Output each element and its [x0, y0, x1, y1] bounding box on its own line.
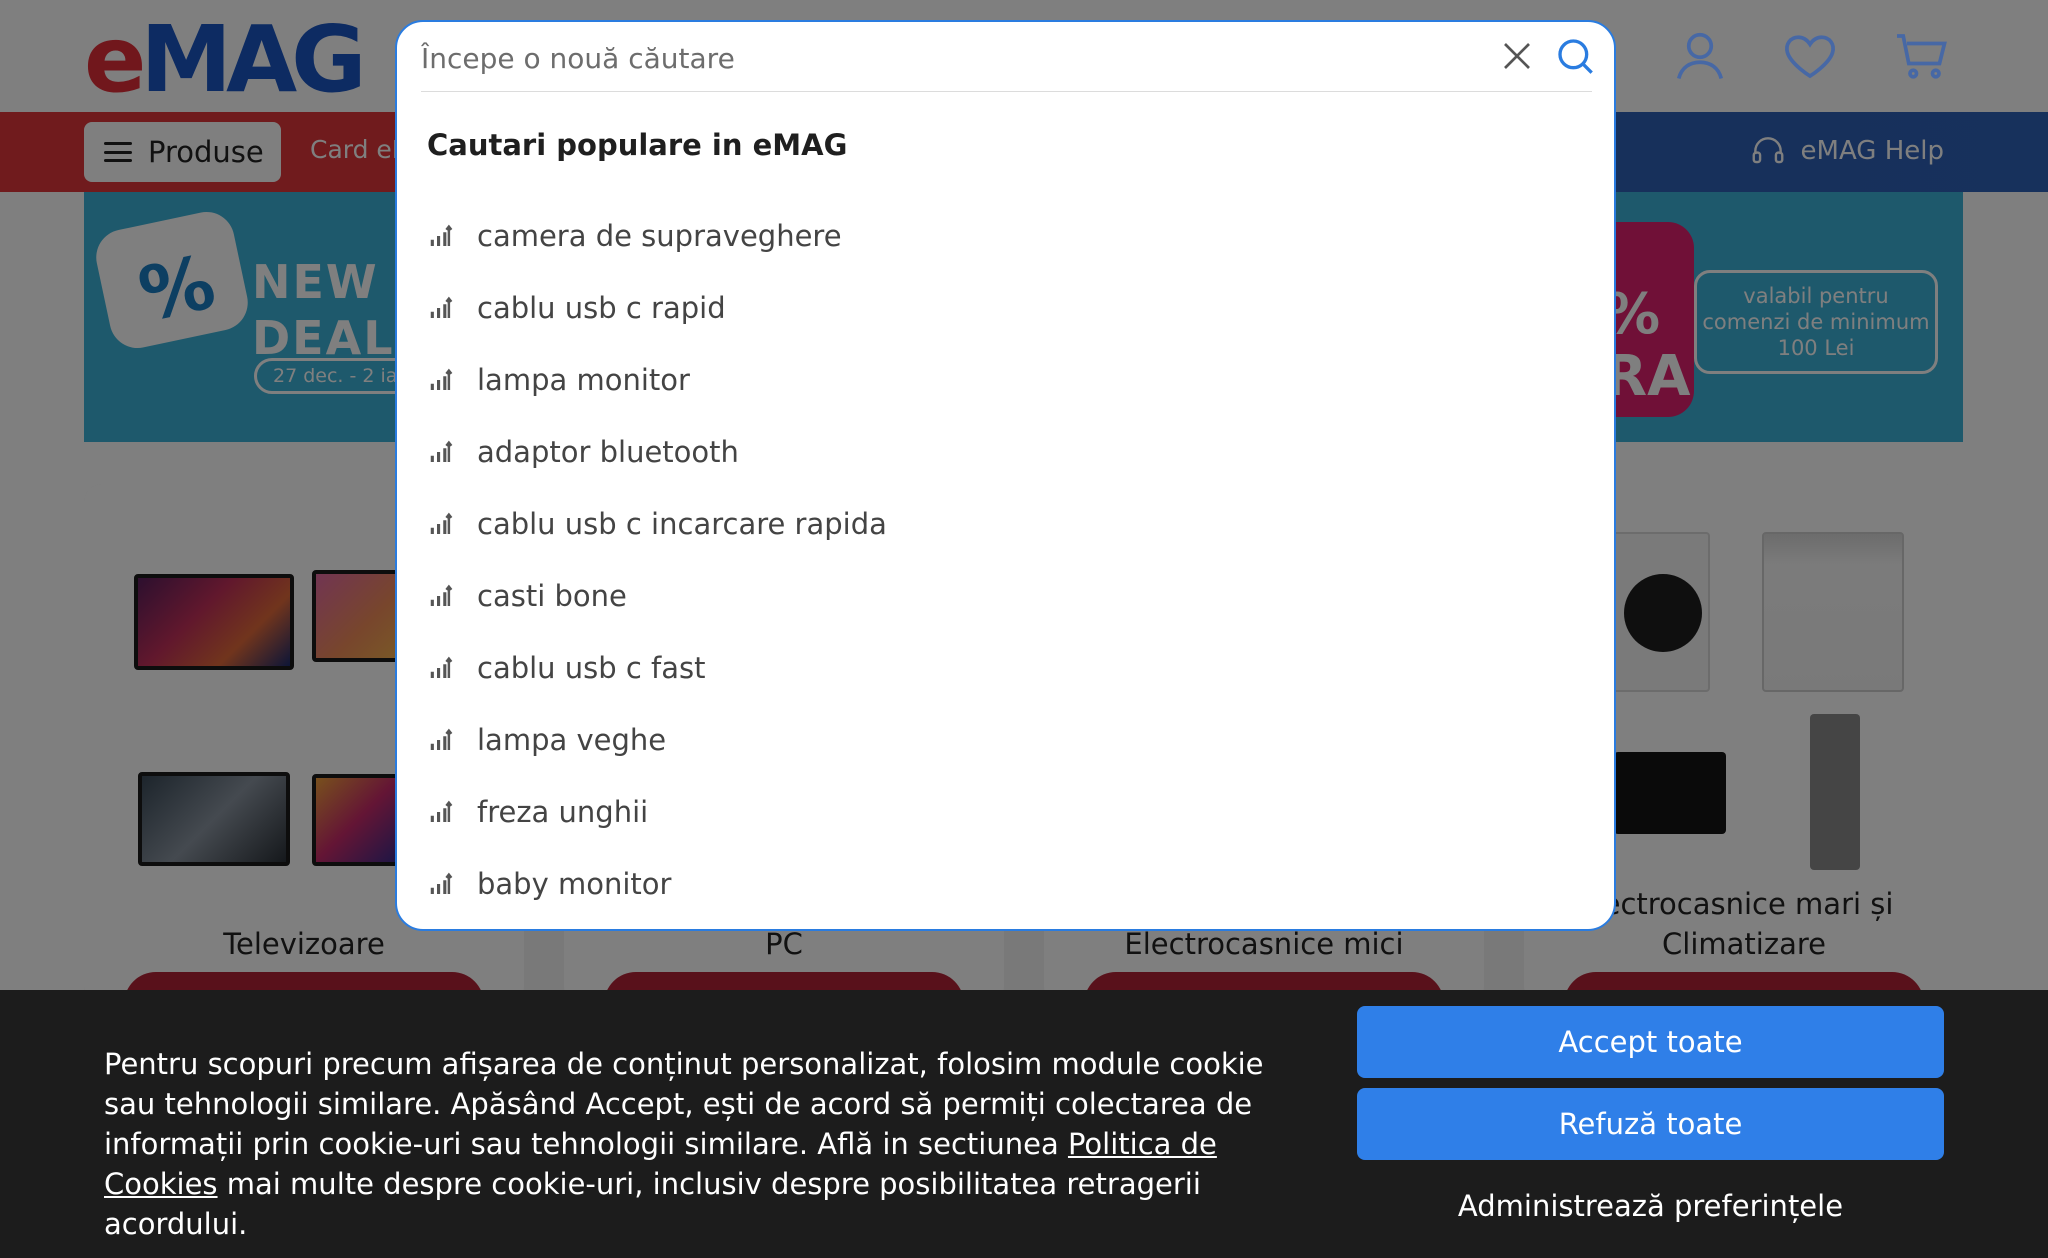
search-dropdown: Cautari populare in eMAG camera de supra… [395, 20, 1616, 931]
trending-icon [430, 656, 453, 678]
suggestion-item[interactable]: cablu usb c fast [427, 632, 1587, 704]
suggestion-item[interactable]: lampa monitor [427, 344, 1587, 416]
account-button[interactable] [1670, 26, 1730, 86]
trending-icon [430, 872, 453, 894]
trending-icon [430, 224, 453, 246]
suggestion-label: casti bone [477, 579, 627, 613]
suggestion-item[interactable]: cablu usb c incarcare rapida [427, 488, 1587, 560]
refuse-all-button[interactable]: Refuză toate [1357, 1088, 1944, 1160]
trending-icon [430, 800, 453, 822]
trending-icon [430, 440, 453, 462]
suggestion-label: baby monitor [477, 867, 672, 901]
clear-search-button[interactable] [1499, 38, 1535, 74]
user-icon [1676, 32, 1724, 80]
suggestion-label: cablu usb c rapid [477, 291, 726, 325]
suggestion-item[interactable]: freza unghii [427, 776, 1587, 848]
suggestion-label: cablu usb c fast [477, 651, 706, 685]
suggestion-label: lampa veghe [477, 723, 667, 757]
trending-icon [430, 584, 453, 606]
manage-preferences-link[interactable]: Administrează preferințele [1357, 1186, 1944, 1226]
trending-icon [430, 512, 453, 534]
search-bar [421, 22, 1595, 92]
suggestion-item[interactable]: cablu usb c rapid [427, 272, 1587, 344]
suggestion-label: camera de supraveghere [477, 219, 842, 253]
suggestion-label: cablu usb c incarcare rapida [477, 507, 887, 541]
suggestion-item[interactable]: camera de supraveghere [427, 200, 1587, 272]
cookie-consent-text: Pentru scopuri precum afișarea de conțin… [104, 1047, 1264, 1241]
cart-button[interactable] [1892, 26, 1952, 86]
popular-searches-title: Cautari populare in eMAG [427, 128, 848, 162]
search-submit-button[interactable] [1555, 36, 1595, 76]
suggestion-item[interactable]: lampa veghe [427, 704, 1587, 776]
trending-icon [430, 296, 453, 318]
search-input[interactable] [421, 36, 1421, 80]
suggestion-item[interactable]: adaptor bluetooth [427, 416, 1587, 488]
close-icon [1504, 43, 1530, 69]
suggestion-item[interactable]: baby monitor [427, 848, 1587, 920]
popular-searches-list: camera de supraveghere cablu usb c rapid… [427, 200, 1587, 920]
heart-icon [1785, 35, 1835, 79]
cookie-consent-banner: Pentru scopuri precum afișarea de conțin… [0, 990, 2048, 1258]
cart-icon [1897, 34, 1947, 79]
trending-icon [430, 728, 453, 750]
suggestion-label: lampa monitor [477, 363, 690, 397]
suggestion-label: freza unghii [477, 795, 649, 829]
suggestion-label: adaptor bluetooth [477, 435, 739, 469]
trending-icon [430, 368, 453, 390]
search-icon [1558, 39, 1593, 74]
accept-all-button[interactable]: Accept toate [1357, 1006, 1944, 1078]
suggestion-item[interactable]: casti bone [427, 560, 1587, 632]
favorites-button[interactable] [1780, 26, 1840, 86]
